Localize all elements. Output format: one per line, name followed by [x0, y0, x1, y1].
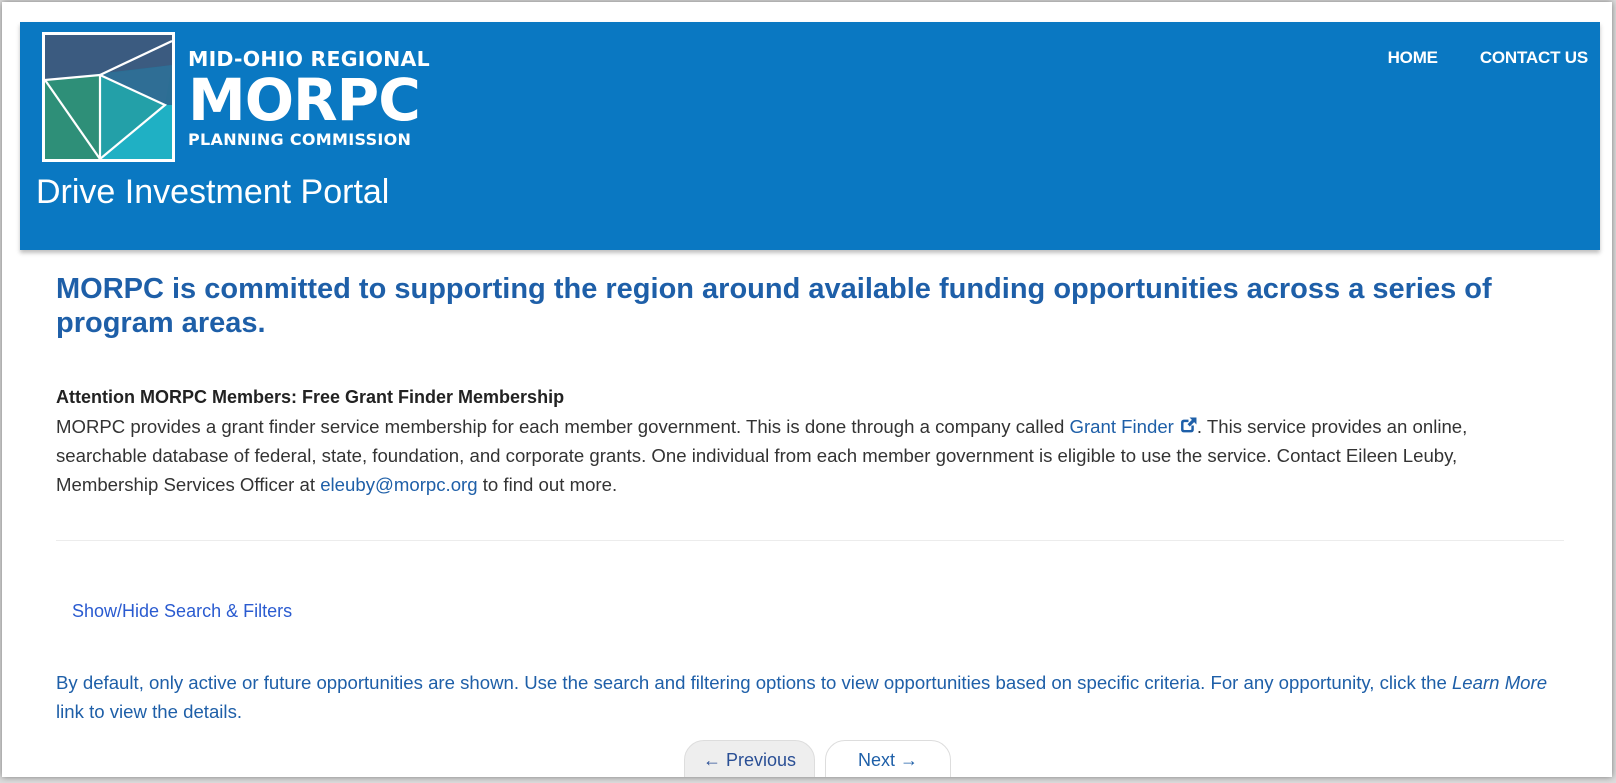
attention-heading: Attention MORPC Members: Free Grant Find…	[56, 387, 565, 407]
morpc-logo-mark[interactable]	[42, 32, 175, 162]
logo-line-2: MORPC	[188, 66, 421, 134]
external-link-icon	[1180, 417, 1197, 433]
note-text-1: By default, only active or future opport…	[56, 672, 1452, 693]
email-link[interactable]: eleuby@morpc.org	[320, 474, 477, 495]
attention-text-3: to find out more.	[477, 474, 618, 495]
page-headline: MORPC is committed to supporting the reg…	[56, 273, 1492, 339]
nav-home-link[interactable]: HOME	[1388, 48, 1438, 68]
portal-title: Drive Investment Portal	[36, 173, 390, 211]
default-filter-note: By default, only active or future opport…	[56, 668, 1556, 726]
previous-page-button[interactable]: ← Previous	[684, 740, 816, 777]
grant-finder-link-label: Grant Finder	[1069, 416, 1174, 437]
section-divider	[56, 540, 1564, 541]
morpc-logo-text: MID-OHIO REGIONAL MORPC PLANNING COMMISS…	[188, 48, 430, 149]
grant-finder-link[interactable]: Grant Finder	[1070, 416, 1197, 437]
main-content: MORPC is committed to supporting the reg…	[56, 272, 1566, 495]
note-text-2: link to view the details.	[56, 701, 243, 722]
next-page-button[interactable]: Next →	[825, 740, 952, 777]
attention-text-1: MORPC provides a grant finder service me…	[56, 416, 1070, 437]
site-header: MID-OHIO REGIONAL MORPC PLANNING COMMISS…	[20, 22, 1600, 250]
attention-paragraph: MORPC provides a grant finder service me…	[56, 412, 1531, 499]
page-frame: MID-OHIO REGIONAL MORPC PLANNING COMMISS…	[2, 2, 1612, 777]
pagination: ← Previous Next →	[684, 740, 952, 777]
logo-line-3: PLANNING COMMISSION	[188, 130, 412, 149]
triangle-logo-icon	[45, 35, 172, 159]
learn-more-emphasis: Learn More	[1451, 672, 1548, 693]
nav-contact-link[interactable]: CONTACT US	[1480, 48, 1588, 68]
toggle-search-filters-link[interactable]: Show/Hide Search & Filters	[72, 601, 292, 622]
top-nav: HOME CONTACT US	[1388, 48, 1589, 68]
